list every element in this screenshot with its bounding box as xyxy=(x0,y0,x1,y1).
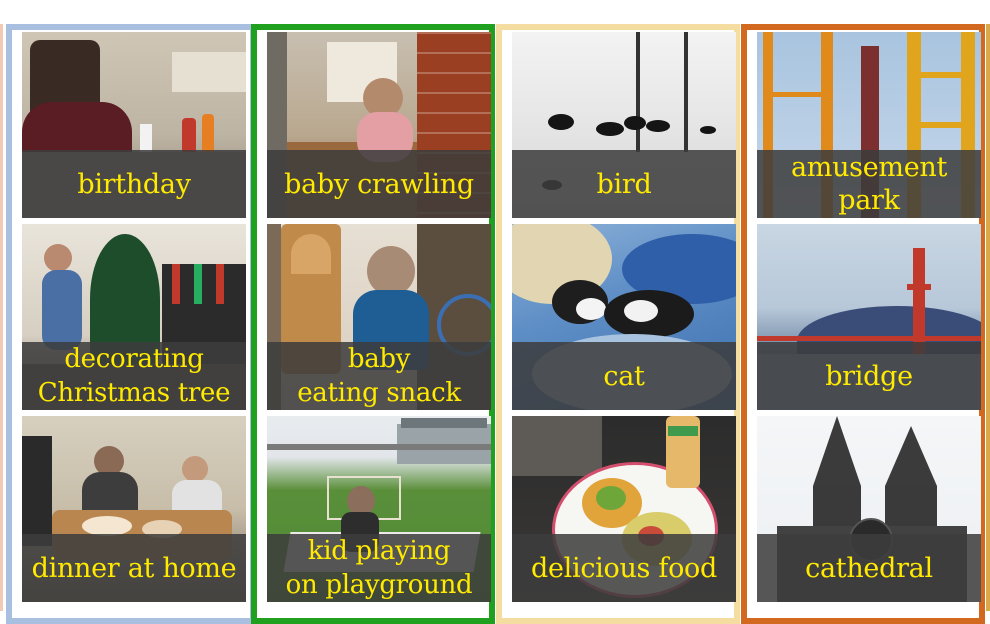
caption-bar: baby crawling xyxy=(267,150,491,218)
tile-label: bridge xyxy=(825,360,913,392)
tile-label: delicious food xyxy=(531,552,717,584)
image-tile-cathedral: cathedral xyxy=(757,416,981,602)
image-tile-bridge: bridge xyxy=(757,224,981,410)
tile-label: cat xyxy=(603,360,645,392)
caption-bar: decorating Christmas tree xyxy=(22,342,246,410)
tile-label: dinner at home xyxy=(31,552,237,584)
category-column-1: birthday decorating Christmas tree dinne… xyxy=(6,24,256,624)
category-column-2: baby crawling baby eating snack kid play… xyxy=(251,24,495,624)
image-tile-amusement-park: amusement park xyxy=(757,32,981,218)
image-tile-baby-crawling: baby crawling xyxy=(267,32,491,218)
caption-bar: cathedral xyxy=(757,534,981,602)
tile-label: cathedral xyxy=(805,552,933,584)
image-tile-dinner-at-home: dinner at home xyxy=(22,416,246,602)
caption-bar: amusement park xyxy=(757,150,981,218)
caption-bar: delicious food xyxy=(512,534,736,602)
image-tile-delicious-food: delicious food xyxy=(512,416,736,602)
caption-bar: kid playing on playground xyxy=(267,534,491,602)
image-tile-bird: bird xyxy=(512,32,736,218)
image-tile-cat: cat xyxy=(512,224,736,410)
right-neighbor-column-edge xyxy=(986,24,990,611)
image-tile-baby-eating-snack: baby eating snack xyxy=(267,224,491,410)
tile-label: baby eating snack xyxy=(297,344,461,408)
tile-label: bird xyxy=(596,168,652,200)
image-tile-birthday: birthday xyxy=(22,32,246,218)
category-column-4: amusement park bridge cathedral xyxy=(741,24,985,624)
tile-label: decorating Christmas tree xyxy=(37,344,231,408)
image-tile-decorating-christmas-tree: decorating Christmas tree xyxy=(22,224,246,410)
tile-label: birthday xyxy=(77,168,191,200)
image-tile-kid-playing-on-playground: kid playing on playground xyxy=(267,416,491,602)
category-column-3: bird cat delicious food xyxy=(496,24,740,624)
caption-bar: dinner at home xyxy=(22,534,246,602)
caption-bar: bridge xyxy=(757,342,981,410)
left-neighbor-column-edge xyxy=(0,24,3,611)
tile-label: baby crawling xyxy=(284,168,474,200)
tile-label: kid playing on playground xyxy=(285,536,473,600)
caption-bar: bird xyxy=(512,150,736,218)
caption-bar: cat xyxy=(512,342,736,410)
caption-bar: birthday xyxy=(22,150,246,218)
tile-label: amusement park xyxy=(790,152,948,216)
caption-bar: baby eating snack xyxy=(267,342,491,410)
